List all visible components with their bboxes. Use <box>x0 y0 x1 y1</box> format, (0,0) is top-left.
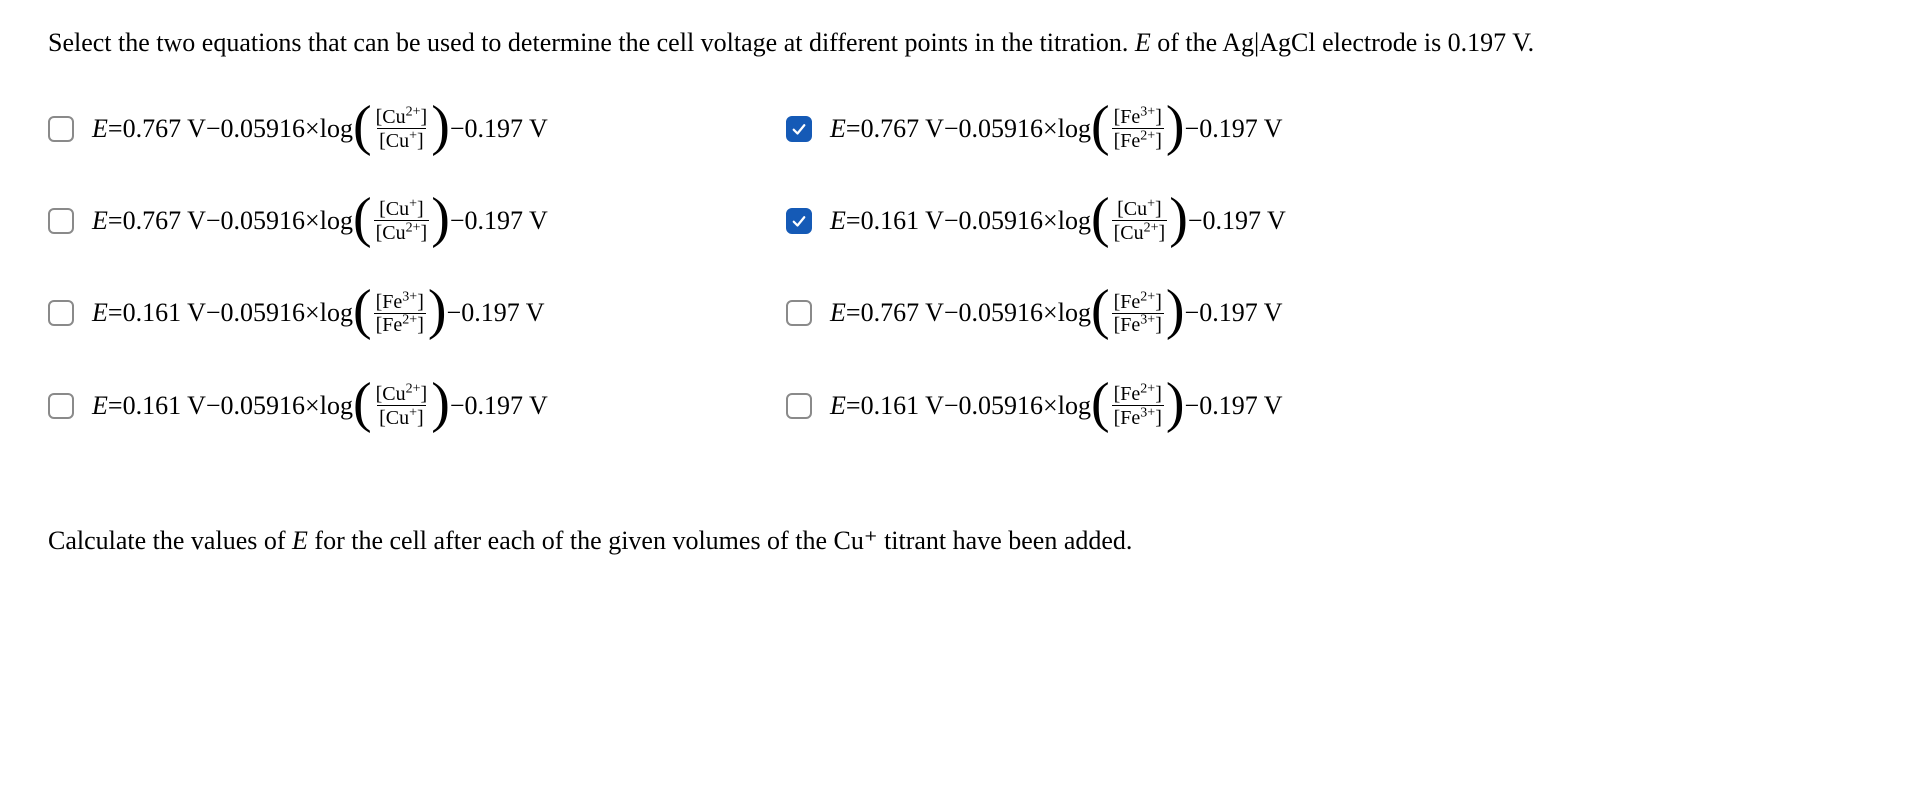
option-checkbox[interactable] <box>786 393 812 419</box>
option-checkbox[interactable] <box>786 300 812 326</box>
option-6: E = 0.767 V − 0.05916 × log ([Fe2+][Fe3+… <box>786 290 1506 336</box>
followup-superscript: ⁺ <box>864 526 878 555</box>
option-5: E = 0.161 V − 0.05916 × log ([Fe3+][Fe2+… <box>48 290 768 336</box>
followup-text-post: titrant have been added. <box>878 526 1133 555</box>
prompt-text-mid: of the Ag <box>1151 28 1254 57</box>
option-equation: E = 0.161 V − 0.05916 × log ([Fe2+][Fe3+… <box>830 382 1283 428</box>
option-equation: E = 0.767 V − 0.05916 × log ([Fe2+][Fe3+… <box>830 290 1283 336</box>
followup-text-pre: Calculate the values of <box>48 526 292 555</box>
option-checkbox[interactable] <box>48 208 74 234</box>
prompt-text-pre: Select the two equations that can be use… <box>48 28 1135 57</box>
option-checkbox[interactable] <box>786 116 812 142</box>
option-7: E = 0.161 V − 0.05916 × log ([Cu2+][Cu+]… <box>48 382 768 428</box>
options-grid: E = 0.767 V − 0.05916 × log ([Cu2+][Cu+]… <box>48 106 1876 429</box>
option-checkbox[interactable] <box>48 116 74 142</box>
question-prompt: Select the two equations that can be use… <box>48 20 1876 66</box>
followup-text-mid: for the cell after each of the given vol… <box>308 526 864 555</box>
option-1: E = 0.767 V − 0.05916 × log ([Cu2+][Cu+]… <box>48 106 768 152</box>
option-equation: E = 0.161 V − 0.05916 × log ([Cu+][Cu2+]… <box>830 198 1286 244</box>
option-equation: E = 0.767 V − 0.05916 × log ([Cu2+][Cu+]… <box>92 106 548 152</box>
option-equation: E = 0.767 V − 0.05916 × log ([Cu+][Cu2+]… <box>92 198 548 244</box>
option-checkbox[interactable] <box>786 208 812 234</box>
option-4: E = 0.161 V − 0.05916 × log ([Cu+][Cu2+]… <box>786 198 1506 244</box>
option-checkbox[interactable] <box>48 393 74 419</box>
option-8: E = 0.161 V − 0.05916 × log ([Fe2+][Fe3+… <box>786 382 1506 428</box>
followup-prompt: Calculate the values of E for the cell a… <box>48 519 1876 563</box>
option-equation: E = 0.161 V − 0.05916 × log ([Fe3+][Fe2+… <box>92 290 545 336</box>
followup-var-E: E <box>292 526 308 555</box>
option-equation: E = 0.767 V − 0.05916 × log ([Fe3+][Fe2+… <box>830 106 1283 152</box>
option-3: E = 0.767 V − 0.05916 × log ([Cu+][Cu2+]… <box>48 198 768 244</box>
option-equation: E = 0.161 V − 0.05916 × log ([Cu2+][Cu+]… <box>92 382 548 428</box>
checkmark-icon <box>790 120 808 138</box>
checkmark-icon <box>790 212 808 230</box>
option-2: E = 0.767 V − 0.05916 × log ([Fe3+][Fe2+… <box>786 106 1506 152</box>
prompt-var-E: E <box>1135 28 1151 57</box>
option-checkbox[interactable] <box>48 300 74 326</box>
prompt-text-after: AgCl electrode is 0.197 V. <box>1259 28 1534 57</box>
